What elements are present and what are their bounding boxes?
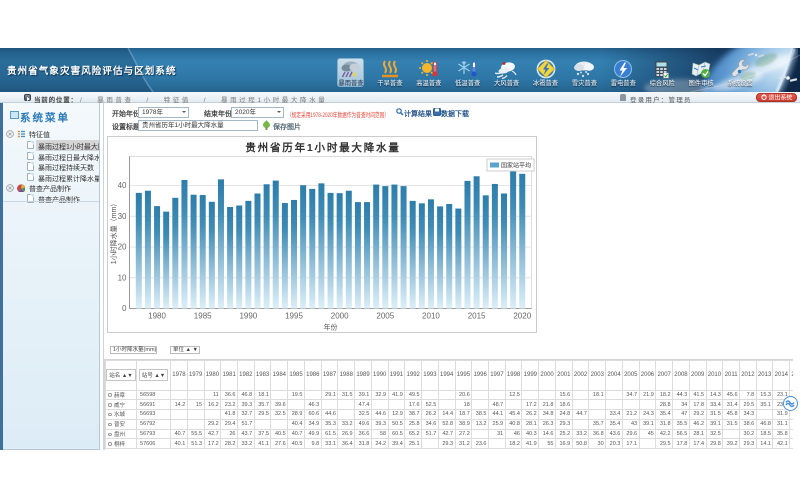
svg-text:0: 0 bbox=[122, 304, 127, 313]
svg-text:1985: 1985 bbox=[194, 312, 212, 321]
svg-text:2000: 2000 bbox=[331, 312, 349, 321]
svg-text:2020: 2020 bbox=[513, 312, 531, 321]
svg-text:20: 20 bbox=[118, 243, 127, 252]
svg-text:贵州省历年1小时最大降水量: 贵州省历年1小时最大降水量 bbox=[245, 141, 400, 154]
svg-text:2015: 2015 bbox=[468, 312, 486, 321]
svg-text:30: 30 bbox=[118, 212, 127, 221]
svg-text:1980: 1980 bbox=[148, 312, 166, 321]
svg-text:1小时降水量（mm）: 1小时降水量（mm） bbox=[109, 200, 118, 265]
svg-text:2010: 2010 bbox=[422, 312, 440, 321]
svg-text:国家站平均: 国家站平均 bbox=[501, 162, 531, 170]
svg-text:年份: 年份 bbox=[324, 323, 338, 332]
svg-text:40: 40 bbox=[118, 181, 127, 190]
svg-text:1995: 1995 bbox=[285, 312, 303, 321]
svg-text:2005: 2005 bbox=[376, 312, 394, 321]
svg-text:10: 10 bbox=[118, 273, 127, 282]
svg-text:1990: 1990 bbox=[239, 312, 257, 321]
